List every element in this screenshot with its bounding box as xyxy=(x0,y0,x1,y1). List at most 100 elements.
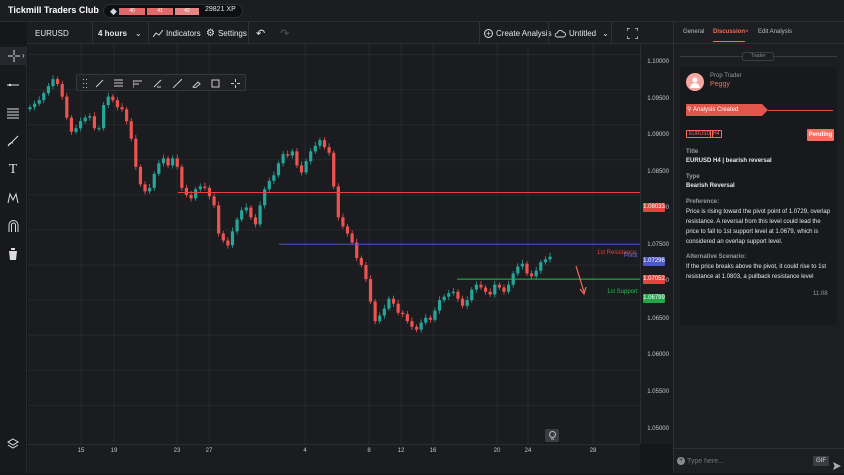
candle-body xyxy=(520,263,524,267)
fullscreen-icon[interactable] xyxy=(627,22,638,44)
price-axis[interactable]: 1.10000 1.09500 1.09000 1.08500 1.08000 … xyxy=(640,44,673,444)
pen-icon[interactable] xyxy=(189,76,204,90)
tab-edit-analysis[interactable]: Edit Analysis xyxy=(758,29,792,35)
divider xyxy=(92,22,93,44)
gif-button[interactable]: GIF xyxy=(813,456,829,466)
horizontal-line-icon[interactable] xyxy=(4,76,22,94)
send-icon[interactable] xyxy=(833,457,841,470)
floating-draw-tools xyxy=(76,74,246,91)
candle-body xyxy=(166,158,170,166)
price-tick: 1.08500 xyxy=(647,169,669,175)
brush-icon[interactable] xyxy=(4,132,22,150)
candle-body xyxy=(341,217,345,227)
title-value: EURUSD H4 | bearish reversal xyxy=(686,158,772,164)
level-badge: 41 xyxy=(147,8,173,15)
price-tick: 1.06000 xyxy=(647,352,669,358)
alternative-label: Alternative Scenario: xyxy=(686,254,747,260)
candle-body xyxy=(474,284,478,290)
alternative-line: If the price breaks above the pivot, it … xyxy=(686,264,827,270)
candle-body xyxy=(134,138,138,167)
preference-label: Preference: xyxy=(686,199,720,205)
chart-canvas[interactable] xyxy=(28,44,640,444)
candle-body xyxy=(148,187,152,192)
divider xyxy=(248,22,249,44)
candle-body xyxy=(161,158,166,164)
symbol-selector[interactable]: EURUSD xyxy=(35,22,69,44)
tab-discussion[interactable]: Discussion xyxy=(713,29,746,42)
candle-body xyxy=(37,100,41,104)
chevron-down-icon: ⌄ xyxy=(602,28,609,38)
time-axis[interactable]: 15 19 23 27 4 8 12 16 20 24 28 xyxy=(28,444,640,473)
redo-icon[interactable]: ↷ xyxy=(280,22,289,44)
candle-body xyxy=(410,321,414,327)
interval-selector[interactable]: 4 hours xyxy=(98,22,127,44)
chevron-right-icon[interactable]: › xyxy=(22,51,25,60)
rectangle-icon[interactable] xyxy=(208,76,223,90)
settings-button[interactable]: ⚙ Settings xyxy=(206,22,247,44)
close-icon[interactable]: × xyxy=(745,29,749,35)
candle-body xyxy=(263,189,267,206)
cloud-icon xyxy=(554,29,566,37)
layers-icon[interactable] xyxy=(4,435,22,453)
candle-body xyxy=(396,303,400,313)
trash-icon[interactable] xyxy=(4,245,22,263)
magnet-icon[interactable] xyxy=(4,217,22,235)
ray-icon[interactable] xyxy=(150,76,165,90)
candle-body xyxy=(433,310,437,320)
candle-body xyxy=(309,151,313,162)
line-icon[interactable] xyxy=(170,76,185,90)
position-icon[interactable] xyxy=(130,76,145,90)
level-badge: 40 xyxy=(119,8,145,15)
candle-body xyxy=(286,154,290,156)
indicators-button[interactable]: Indicators xyxy=(153,22,201,44)
layout-selector[interactable]: Untitled ⌄ xyxy=(554,22,609,44)
support-label: 1st Support xyxy=(607,289,638,295)
tab-general[interactable]: General xyxy=(683,29,704,35)
candle-body xyxy=(456,291,460,299)
lightbulb-icon[interactable] xyxy=(545,429,559,442)
candle-body xyxy=(106,96,110,106)
undo-icon[interactable]: ↶ xyxy=(256,22,265,44)
layout-name: Untitled xyxy=(569,28,597,38)
candle-body xyxy=(276,163,281,176)
alternative-line: resistance at 1.0803, a pullback resista… xyxy=(686,274,814,280)
candle-body xyxy=(138,166,143,185)
candle-body xyxy=(217,205,221,234)
time-tick: 28 xyxy=(589,448,597,454)
price-chart[interactable]: 1st Resistance Pivot 1st Support xyxy=(28,44,640,444)
candle-body xyxy=(387,298,391,309)
trend-line-icon[interactable] xyxy=(92,76,107,90)
candle-body xyxy=(212,196,216,206)
time-tick: 8 xyxy=(367,448,371,454)
candle-body xyxy=(414,326,419,330)
dots-icon[interactable] xyxy=(228,76,243,90)
drag-handle-icon[interactable] xyxy=(77,76,92,90)
user-name[interactable]: Peggy xyxy=(710,80,730,90)
candle-body xyxy=(525,263,529,274)
pattern-icon[interactable] xyxy=(4,189,22,207)
candle-body xyxy=(226,240,230,246)
candle-body xyxy=(322,140,327,148)
candle-body xyxy=(290,151,294,156)
message-input[interactable] xyxy=(687,454,807,468)
candle-body xyxy=(180,166,184,188)
add-icon[interactable]: + xyxy=(677,457,685,465)
candle-body xyxy=(115,100,120,108)
candle-body xyxy=(28,107,32,110)
price-tick: 1.10000 xyxy=(647,59,669,65)
fib-retracement-icon[interactable] xyxy=(4,104,22,122)
text-tool-icon[interactable]: T xyxy=(4,161,22,179)
candle-body xyxy=(345,226,350,234)
divider xyxy=(479,22,480,44)
chevron-down-icon[interactable]: ⌄ xyxy=(135,22,142,44)
event-label: Analysis Created xyxy=(693,107,739,113)
candle-body xyxy=(295,151,299,166)
candle-body xyxy=(88,116,92,118)
candle-body xyxy=(529,273,534,277)
candle-body xyxy=(56,79,60,84)
fib-icon[interactable] xyxy=(111,76,126,90)
create-analysis-button[interactable]: + Create Analysis xyxy=(484,22,552,44)
candle-body xyxy=(33,103,37,108)
candle-body xyxy=(272,175,276,181)
candle-body xyxy=(437,300,442,311)
